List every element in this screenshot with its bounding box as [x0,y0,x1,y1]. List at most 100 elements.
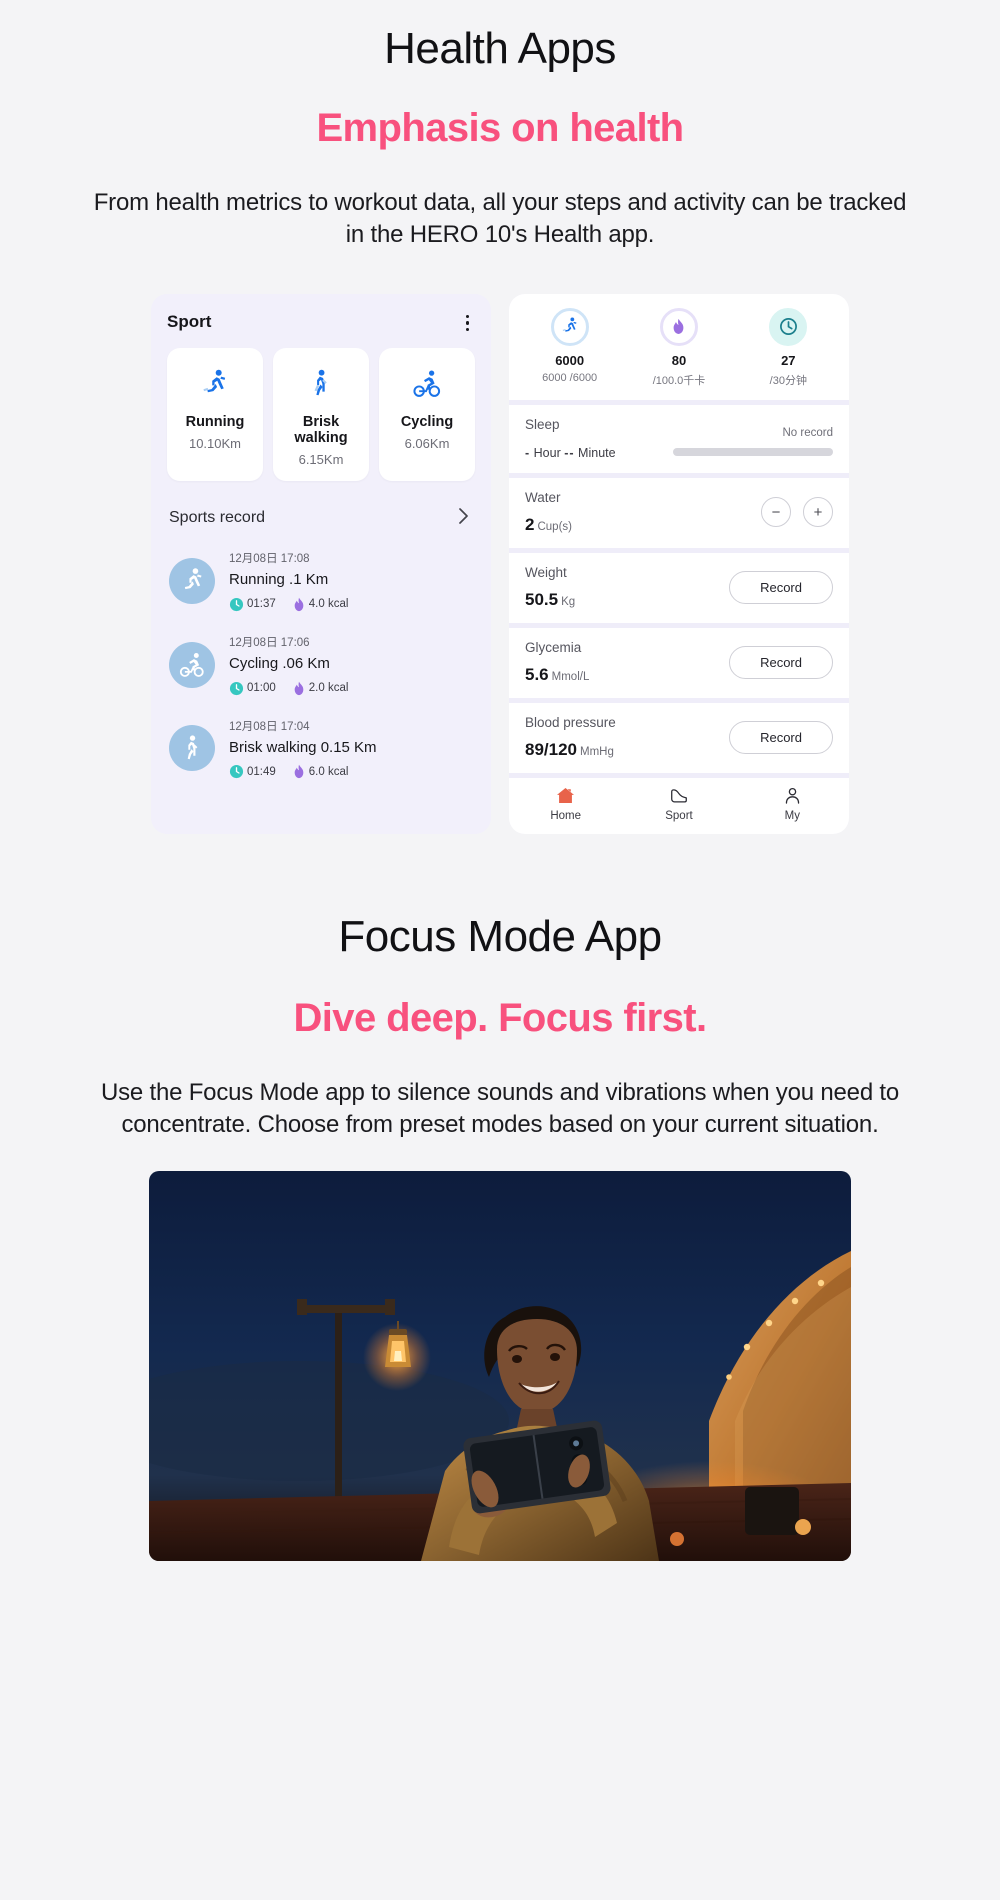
running-icon [171,364,259,404]
focus-mode-section: Focus Mode App Dive deep. Focus first. U… [0,912,1000,1562]
sport-tile-running[interactable]: Running 10.10Km [167,348,263,482]
sport-tiles: Running 10.10Km Brisk walking 6.15Km Cyc… [167,348,475,482]
glycemia-record-button[interactable]: Record [729,645,833,679]
sport-tile-brisk-walking[interactable]: Brisk walking 6.15Km [273,348,369,482]
weight-content: Weight 50.5 Kg [525,565,575,610]
focus-mode-photo-wrap [0,1171,1000,1562]
weight-record-button[interactable]: Record [729,570,833,604]
flame-icon [294,765,304,779]
focus-mode-subtitle: Dive deep. Focus first. [293,995,708,1040]
metric-active-minutes[interactable]: 27 /30分钟 [734,307,843,388]
sleep-progress-bar [673,448,833,457]
water-unit: Cup(s) [537,520,572,533]
tab-label: Sport [665,809,693,822]
focus-mode-body: Use the Focus Mode app to silence sounds… [100,1078,900,1138]
blood-pressure-value: 89/120 [525,739,577,759]
metrics-row: 6000 6000 /6000 80 /100.0千卡 27 /30分钟 [509,293,849,400]
avatar [169,557,215,604]
record-calories: 2.0 kcal [292,681,349,696]
row-blood-pressure[interactable]: Blood pressure 89/120 MmHg Record [509,702,849,773]
weight-label: Weight [525,564,567,580]
flame-icon [294,681,304,695]
sport-card: Sport Running 10.10Km Brisk walking 6.15… [151,293,491,834]
list-item[interactable]: 12月08日 17:08 Running .1 Km 01:37 4.0 kca… [167,550,475,612]
metric-steps[interactable]: 6000 6000 /6000 [515,307,624,388]
tab-home[interactable]: Home [509,786,622,822]
tab-label: Home [550,809,581,822]
calories-text: 6.0 kcal [308,765,349,778]
focus-mode-title: Focus Mode App [338,911,662,961]
sport-tile-label: Brisk walking [294,414,348,447]
sport-card-title: Sport [167,311,212,331]
tab-sport[interactable]: Sport [622,786,735,822]
avatar [169,725,215,772]
list-item[interactable]: 12月08日 17:06 Cycling .06 Km 01:00 2.0 kc… [167,634,475,696]
sport-card-header: Sport [167,312,475,335]
focus-mode-photo [149,1171,851,1562]
duration-text: 01:00 [247,682,276,695]
cycling-icon [383,364,471,404]
glycemia-content: Glycemia 5.6 Mmol/L [525,640,589,685]
record-title: Brisk walking 0.15 Km [229,738,377,756]
bottom-tab-bar: Home Sport My [509,777,849,834]
sports-record-label: Sports record [169,508,266,526]
sport-tile-value: 6.06Km [404,436,450,452]
record-duration: 01:37 [229,597,276,612]
record-content: 12月08日 17:04 Brisk walking 0.15 Km 01:49… [229,718,475,780]
record-content: 12月08日 17:08 Running .1 Km 01:37 4.0 kca… [229,550,475,612]
water-decrement-button[interactable]: − [761,497,791,528]
sport-tile-cycling[interactable]: Cycling 6.06Km [379,348,475,482]
sleep-minute-unit: Minute [578,445,616,460]
row-weight[interactable]: Weight 50.5 Kg Record [509,552,849,623]
water-steppers: − + [761,497,833,528]
record-timestamp: 12月08日 17:06 [229,636,310,649]
list-item[interactable]: 12月08日 17:04 Brisk walking 0.15 Km 01:49… [167,718,475,780]
water-increment-button[interactable]: + [803,497,833,528]
row-sleep[interactable]: Sleep - Hour -- Minute No record [509,404,849,473]
metric-calories[interactable]: 80 /100.0千卡 [624,307,733,388]
blood-pressure-record-button[interactable]: Record [729,720,833,754]
record-duration: 01:49 [229,764,276,779]
weight-unit: Kg [561,595,576,608]
sleep-content: - Hour -- Minute No record [525,427,833,460]
clock-icon [229,681,244,695]
row-water[interactable]: Water 2 Cup(s) − + [509,477,849,548]
kebab-menu-icon[interactable] [460,312,476,335]
record-stats: 01:49 6.0 kcal [229,764,475,779]
camping-night-scene [149,1171,851,1562]
metric-denominator: /30分钟 [769,374,807,387]
water-value: 2 [525,514,535,534]
person-icon [736,786,849,806]
glycemia-value: 5.6 [525,664,549,684]
duration-text: 01:49 [247,765,276,778]
glycemia-unit: Mmol/L [551,670,590,683]
record-duration: 01:00 [229,681,276,696]
metric-value: 6000 [555,352,585,368]
sleep-status-wrap: No record [673,427,833,457]
blood-pressure-content: Blood pressure 89/120 MmHg [525,715,616,760]
blood-pressure-label: Blood pressure [525,714,616,730]
sports-record-header[interactable]: Sports record [167,507,475,528]
tab-my[interactable]: My [736,786,849,822]
row-glycemia[interactable]: Glycemia 5.6 Mmol/L Record [509,627,849,698]
record-stats: 01:00 2.0 kcal [229,681,475,696]
water-label: Water [525,489,561,505]
clock-icon [229,597,244,611]
health-apps-section: Health Apps Emphasis on health From heal… [0,0,1000,834]
sleep-hour-value: - [525,445,531,460]
calories-text: 4.0 kcal [308,598,349,611]
sleep-minute-value: -- [564,445,575,460]
phone-cards-row: Sport Running 10.10Km Brisk walking 6.15… [0,293,1000,834]
metric-denominator: /100.0千卡 [652,374,706,387]
shoe-icon [622,786,735,806]
record-timestamp: 12月08日 17:08 [229,553,310,566]
sleep-hour-unit: Hour [533,445,561,460]
avatar [169,641,215,688]
metric-denominator: 6000 /6000 [542,371,598,384]
glycemia-label: Glycemia [525,639,582,655]
calories-text: 2.0 kcal [308,682,349,695]
page-title: Health Apps [384,24,616,73]
flame-icon [659,307,698,346]
blood-pressure-unit: MmHg [580,745,614,758]
chevron-right-icon[interactable] [458,507,469,528]
